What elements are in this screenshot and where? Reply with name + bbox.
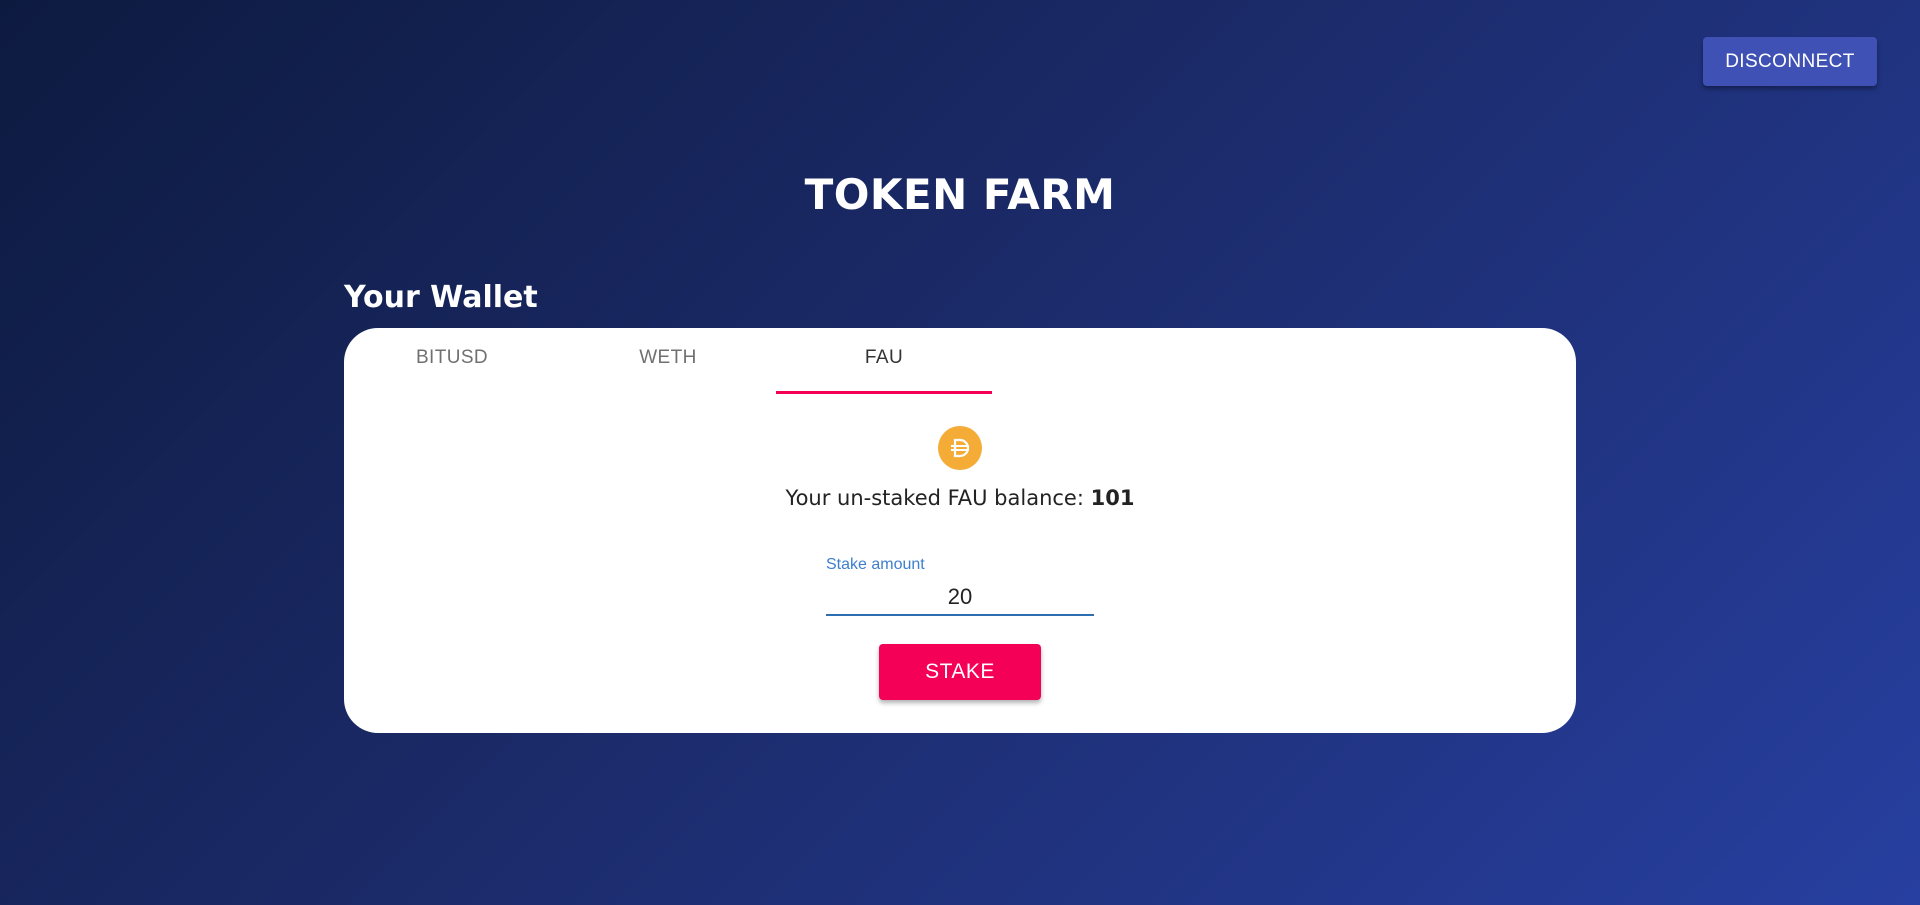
disconnect-button[interactable]: DISCONNECT bbox=[1703, 37, 1877, 86]
dai-token-icon bbox=[938, 426, 982, 470]
page-title: TOKEN FARM bbox=[804, 170, 1116, 219]
tab-bitusd[interactable]: BITUSD bbox=[344, 328, 560, 394]
balance-text: Your un-staked FAU balance: 101 bbox=[344, 486, 1576, 510]
balance-prefix: Your un-staked FAU balance: bbox=[785, 486, 1091, 510]
wallet-card: BITUSD WETH FAU Your un-staked FAU balan… bbox=[344, 328, 1576, 733]
token-tabs: BITUSD WETH FAU bbox=[344, 328, 992, 394]
stake-amount-field: Stake amount bbox=[826, 556, 1094, 620]
tab-weth[interactable]: WETH bbox=[560, 328, 776, 394]
balance-value: 101 bbox=[1090, 486, 1135, 510]
stake-amount-input[interactable] bbox=[826, 580, 1094, 616]
wallet-heading: Your Wallet bbox=[344, 280, 538, 315]
dai-symbol-icon bbox=[951, 438, 970, 458]
tab-fau[interactable]: FAU bbox=[776, 328, 992, 394]
stake-amount-label: Stake amount bbox=[826, 556, 925, 573]
stake-button[interactable]: STAKE bbox=[879, 644, 1041, 700]
